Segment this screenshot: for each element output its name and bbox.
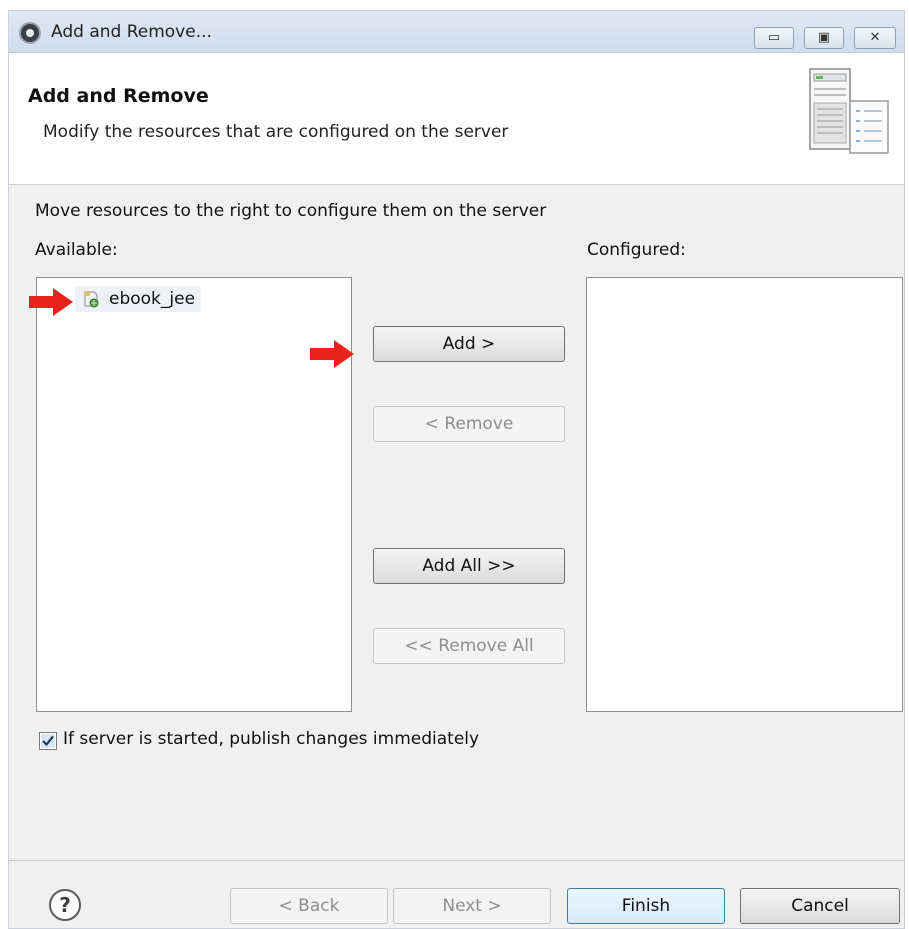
publish-label[interactable]: If server is started, publish changes im… [63,729,479,749]
next-button[interactable]: Next > [393,888,551,924]
svg-text:?: ? [59,893,71,917]
configured-label: Configured: [587,240,686,260]
configured-list[interactable] [586,277,903,712]
red-arrow-annotation-icon [29,288,73,316]
add-button[interactable]: Add > [373,326,565,362]
available-label: Available: [35,240,118,260]
close-button[interactable]: ✕ [854,27,896,49]
publish-checkbox[interactable] [39,732,57,750]
footer-separator [9,860,904,861]
add-remove-dialog: Add and Remove... ▭ ▣ ✕ Add and Remove M… [8,10,905,929]
minimize-icon: ▭ [767,30,781,45]
page-title: Add and Remove [28,85,209,107]
remove-button[interactable]: < Remove [373,406,565,442]
maximize-icon: ▣ [817,30,831,45]
available-list[interactable]: ebook_jee [36,277,352,712]
web-project-icon [84,291,99,308]
add-all-button[interactable]: Add All >> [373,548,565,584]
server-banner-icon [809,68,889,154]
list-item-label: ebook_jee [109,289,196,309]
eclipse-app-icon [19,22,41,44]
back-button[interactable]: < Back [230,888,388,924]
red-arrow-annotation-icon [310,340,354,368]
checkmark-icon [41,734,55,748]
window-title: Add and Remove... [51,22,212,42]
finish-button[interactable]: Finish [567,888,725,924]
wizard-header: Add and Remove Modify the resources that… [9,53,904,185]
page-description: Modify the resources that are configured… [43,122,509,142]
help-icon[interactable]: ? [48,888,82,922]
remove-all-button[interactable]: << Remove All [373,628,565,664]
minimize-button[interactable]: ▭ [754,27,794,49]
maximize-button[interactable]: ▣ [804,27,844,49]
close-icon: ✕ [869,30,881,45]
cancel-button[interactable]: Cancel [740,888,900,924]
list-item-ebook-jee[interactable]: ebook_jee [75,286,202,312]
instruction-text: Move resources to the right to configure… [35,201,547,221]
title-bar[interactable]: Add and Remove... ▭ ▣ ✕ [9,11,904,53]
